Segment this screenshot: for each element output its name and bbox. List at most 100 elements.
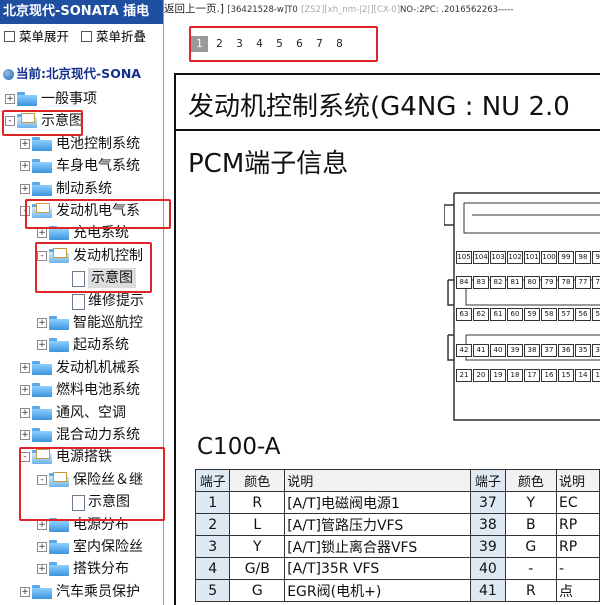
expand-node-icon[interactable]: +: [20, 183, 30, 194]
tree-node[interactable]: + 通风、空调: [0, 403, 163, 423]
expand-menu-button[interactable]: 菜单展开: [0, 24, 69, 50]
table-cell: G/B: [229, 557, 286, 580]
folder-icon: [32, 136, 52, 151]
table-cell: 5: [194, 579, 231, 602]
pin-row: 105104103102101100999897: [456, 251, 600, 264]
highlight-box: [25, 199, 171, 229]
back-link[interactable]: 返回上一页.]: [164, 3, 224, 15]
pin: 13: [592, 369, 600, 382]
collapse-label: 菜单折叠: [96, 29, 147, 44]
folder-icon: [32, 428, 52, 442]
expand-node-icon[interactable]: +: [20, 385, 30, 396]
expand-node-icon[interactable]: +: [20, 430, 30, 440]
folder-icon: [32, 159, 52, 174]
pin: 79: [541, 276, 557, 289]
tree-node[interactable]: + 一般事项: [0, 89, 163, 109]
table-cell: R: [229, 491, 286, 514]
expand-node-icon[interactable]: +: [20, 586, 30, 597]
terminal-table: 端子 颜色 说明 端子 颜色 说明 1 R [A/T]电磁阀电源1 37 Y EC 2 L [A/T]管路…: [194, 469, 600, 602]
pin: 83: [473, 276, 489, 289]
highlight-box: [2, 110, 83, 136]
expand-label: 菜单展开: [19, 29, 70, 44]
collapse-icon: [81, 31, 92, 42]
tree-node[interactable]: + 燃料电池系统: [0, 380, 163, 400]
highlight-box: [189, 26, 378, 62]
table-cell: B: [504, 513, 558, 536]
pin: 102: [507, 251, 523, 264]
table-cell: G: [504, 535, 558, 558]
tree-node[interactable]: + 起动系统: [0, 335, 163, 355]
doc-number: NO-:2PC: .2016562263-----: [400, 5, 514, 15]
tree-node[interactable]: + 混合动力系统: [0, 425, 163, 445]
tree-node[interactable]: 维修提示: [0, 291, 163, 311]
pin: 104: [473, 251, 489, 264]
pin: 39: [507, 344, 523, 357]
table-cell: R: [504, 579, 558, 602]
pin: 77: [575, 276, 591, 289]
expand-node-icon[interactable]: +: [37, 564, 47, 575]
expand-node-icon[interactable]: +: [37, 228, 47, 239]
pin-row: 848382818079787776: [456, 276, 600, 289]
expand-node-icon[interactable]: +: [37, 519, 47, 530]
connector-title: C100-A: [197, 434, 281, 460]
expand-node-icon[interactable]: +: [37, 318, 47, 328]
current-location: 当前:北京现代-SONA: [0, 63, 141, 82]
tree-node-label: 一般事项: [41, 91, 97, 107]
table-cell: 点: [556, 579, 600, 602]
pin: 55: [592, 308, 600, 321]
pin: 40: [490, 344, 506, 357]
pin-row: 212019181716151413: [456, 369, 600, 382]
pin: 62: [473, 308, 489, 321]
tree-node[interactable]: + 车身电气系统: [0, 156, 163, 176]
tree-node[interactable]: + 电池控制系统: [0, 134, 163, 154]
expand-node-icon[interactable]: +: [5, 94, 15, 104]
expand-node-icon[interactable]: +: [20, 362, 30, 373]
globe-icon: [3, 69, 14, 80]
tree-node-label: 室内保险丝: [73, 539, 143, 555]
pin: 78: [558, 276, 574, 289]
pin: 34: [592, 344, 600, 357]
top-bar: 返回上一页.] [36421528-w]T0 [ZS2][xh_nm-|2|][…: [164, 0, 600, 18]
tree-node[interactable]: + 制动系统: [0, 179, 163, 199]
expand-node-icon[interactable]: +: [20, 407, 30, 418]
tree-node[interactable]: + 室内保险丝: [0, 537, 163, 557]
pin: 84: [456, 276, 472, 289]
tree-node[interactable]: + 汽车乘员保护: [0, 582, 163, 602]
expand-node-icon[interactable]: +: [20, 161, 30, 172]
folder-icon: [32, 360, 52, 375]
pin: 56: [575, 308, 591, 321]
pin-row: 424140393837363534: [456, 344, 600, 357]
tree-node[interactable]: + 发动机机械系: [0, 358, 163, 378]
expand-node-icon[interactable]: +: [37, 542, 47, 552]
tree-node-label: 搭铁分布: [73, 561, 129, 578]
table-cell: 39: [470, 535, 506, 558]
tree-node-label: 汽车乘员保护: [56, 583, 140, 600]
pin: 37: [541, 344, 557, 357]
pin: 20: [473, 369, 489, 382]
pin: 99: [558, 251, 574, 264]
pin: 80: [524, 276, 540, 289]
doc-code: [36421528-w]T0: [227, 5, 298, 15]
expand-node-icon[interactable]: +: [37, 340, 47, 351]
table-cell: 4: [194, 557, 231, 580]
pin: 81: [507, 276, 523, 289]
table-cell: EC: [556, 491, 600, 514]
title-divider: [174, 129, 600, 131]
pin: 19: [490, 369, 506, 382]
table-cell: [A/T]35R VFS: [284, 557, 472, 580]
tree-node[interactable]: + 智能巡航控: [0, 313, 163, 333]
pin: 103: [490, 251, 506, 264]
pin: 21: [456, 369, 472, 382]
tree-node-label: 制动系统: [56, 180, 112, 197]
pin: 58: [541, 308, 557, 321]
tree-node[interactable]: + 搭铁分布: [0, 559, 163, 579]
pin: 60: [507, 308, 523, 321]
pin-row: 636261605958575655: [456, 308, 600, 321]
collapse-menu-button[interactable]: 菜单折叠: [77, 24, 146, 50]
tree-node-label: 起动系统: [73, 337, 129, 354]
tree-node-label: 车身电气系统: [56, 158, 140, 175]
expand-node-icon[interactable]: +: [20, 138, 30, 149]
table-row: 4 G/B [A/T]35R VFS 40- -: [194, 557, 600, 580]
table-cell: 41: [470, 579, 506, 602]
table-cell: [A/T]电磁阀电源1: [284, 491, 472, 514]
